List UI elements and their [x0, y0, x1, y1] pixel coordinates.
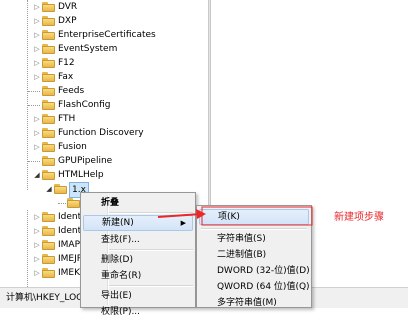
annotation-label: 新建项步骤: [334, 212, 384, 223]
annotation-highlight-box: [201, 206, 313, 226]
annotation-overlay: [157, 206, 313, 226]
annotation-arrow-line: [157, 213, 202, 218]
annotation-arrow-head-icon: [196, 209, 206, 219]
